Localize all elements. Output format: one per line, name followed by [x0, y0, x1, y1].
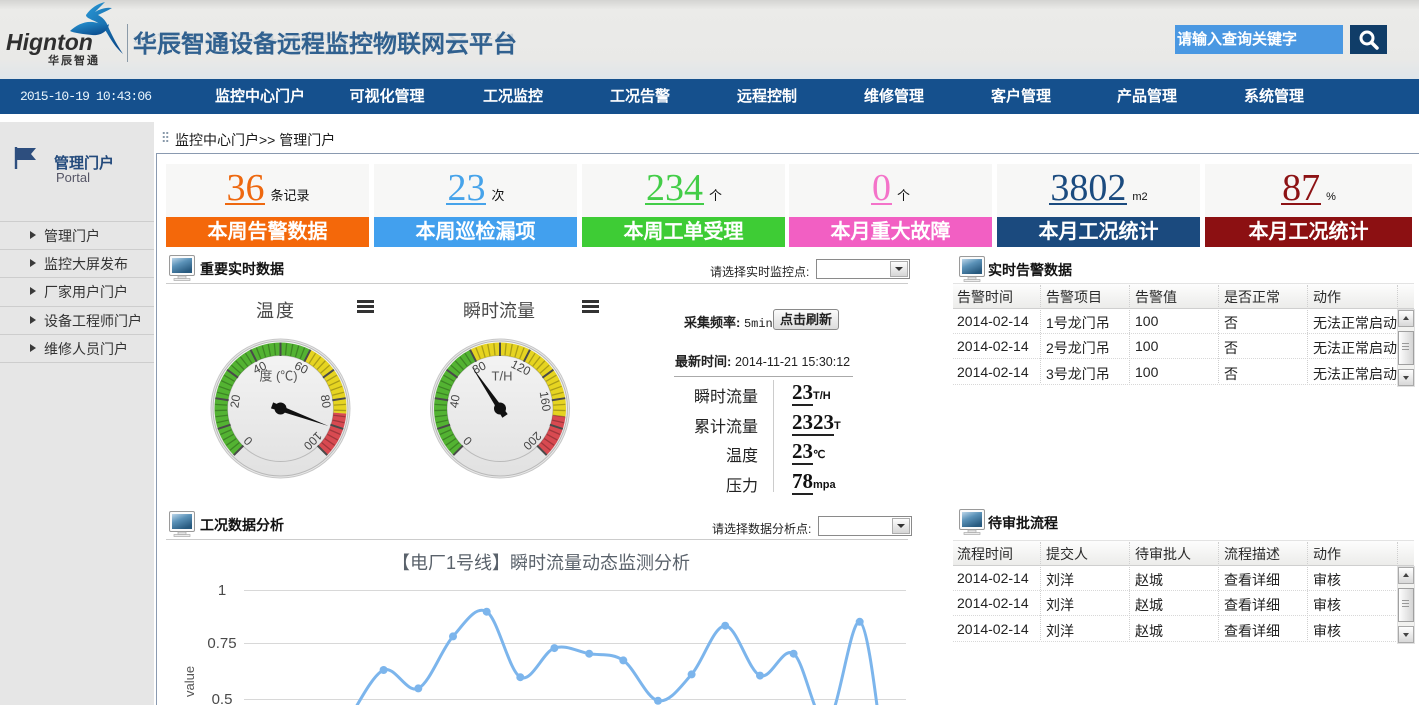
svg-text:T/H: T/H: [492, 369, 513, 384]
svg-text:80: 80: [318, 394, 334, 410]
svg-text:40: 40: [447, 393, 463, 409]
svg-text:0.5: 0.5: [212, 691, 233, 705]
svg-text:度 (℃): 度 (℃): [259, 369, 297, 384]
svg-text:1: 1: [218, 582, 226, 599]
svg-text:【电厂1号线】瞬时流量动态监测分析: 【电厂1号线】瞬时流量动态监测分析: [392, 553, 690, 573]
svg-text:20: 20: [227, 393, 243, 409]
svg-text:0.75: 0.75: [207, 635, 236, 652]
svg-text:value: value: [182, 666, 197, 697]
